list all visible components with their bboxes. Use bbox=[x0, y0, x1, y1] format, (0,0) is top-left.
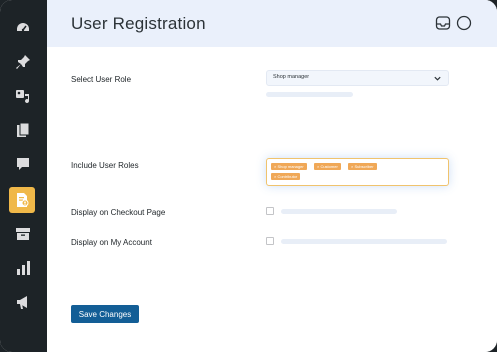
sidebar-item-marketing[interactable] bbox=[8, 290, 38, 314]
archive-icon bbox=[16, 228, 30, 240]
sidebar-item-dashboard[interactable] bbox=[8, 16, 38, 40]
select-user-role-label: Select User Role bbox=[71, 75, 132, 84]
include-user-roles-field[interactable]: × Shop manager × Customer × Subscriber ×… bbox=[266, 158, 449, 186]
display-account-checkbox[interactable] bbox=[266, 237, 274, 245]
page-title: User Registration bbox=[71, 14, 206, 33]
marketing-icon bbox=[17, 296, 27, 309]
dashboard-icon bbox=[17, 23, 29, 32]
app-window: User Registration Select User Role Shop … bbox=[0, 0, 497, 352]
sidebar-item-pages[interactable] bbox=[8, 118, 38, 142]
page-header: User Registration bbox=[47, 0, 497, 47]
role-tag[interactable]: × Contributor bbox=[271, 173, 301, 180]
media-icon bbox=[16, 90, 30, 104]
description-placeholder bbox=[281, 209, 397, 214]
description-placeholder bbox=[266, 92, 353, 97]
circle-icon[interactable] bbox=[456, 15, 472, 31]
user-role-select-value: Shop manager bbox=[273, 74, 310, 80]
sidebar-item-user-registration[interactable] bbox=[9, 187, 35, 213]
sidebar-item-posts[interactable] bbox=[8, 50, 38, 74]
role-tag[interactable]: × Shop manager bbox=[271, 163, 307, 170]
user-registration-icon bbox=[17, 193, 29, 207]
sidebar-item-comments[interactable] bbox=[8, 152, 38, 176]
inbox-icon[interactable] bbox=[435, 15, 451, 31]
user-role-select[interactable]: Shop manager bbox=[266, 70, 449, 86]
role-tag[interactable]: × Customer bbox=[314, 163, 341, 170]
pin-icon bbox=[16, 55, 30, 69]
analytics-icon bbox=[17, 261, 30, 275]
admin-sidebar bbox=[0, 0, 47, 352]
pages-icon bbox=[17, 122, 30, 137]
sidebar-item-analytics[interactable] bbox=[8, 256, 38, 280]
comments-icon bbox=[17, 158, 29, 170]
main-content: User Registration Select User Role Shop … bbox=[47, 0, 497, 352]
include-user-roles-label: Include User Roles bbox=[71, 161, 139, 170]
role-tag[interactable]: × Subscriber bbox=[348, 163, 377, 170]
display-account-label: Display on My Account bbox=[71, 238, 152, 247]
display-checkout-label: Display on Checkout Page bbox=[71, 208, 166, 217]
sidebar-item-media[interactable] bbox=[8, 84, 38, 108]
description-placeholder bbox=[281, 239, 447, 244]
sidebar-item-archive[interactable] bbox=[8, 222, 38, 246]
save-changes-button[interactable]: Save Changes bbox=[71, 305, 139, 323]
display-checkout-checkbox[interactable] bbox=[266, 207, 274, 215]
chevron-down-icon bbox=[434, 76, 441, 81]
